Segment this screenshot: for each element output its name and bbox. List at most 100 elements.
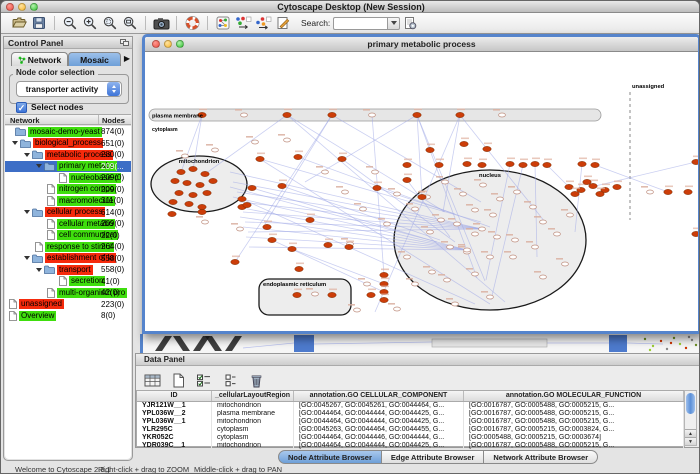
- table-row[interactable]: YPL036W__1mitochondrion[GO:0044464, GO:0…: [137, 418, 684, 426]
- network-node[interactable]: [463, 161, 471, 166]
- network-node-open[interactable]: [182, 154, 189, 158]
- network-node-open[interactable]: [514, 190, 521, 194]
- search-options-icon[interactable]: [401, 14, 419, 32]
- network-node[interactable]: [380, 297, 388, 302]
- network-node[interactable]: [478, 162, 486, 167]
- network-node-open[interactable]: [487, 295, 494, 299]
- tree-row-metabolic-process[interactable]: metabolic process280(0): [5, 149, 131, 161]
- attribute-table-header[interactable]: ID_cellularLayoutRegionannotation.GO CEL…: [137, 391, 684, 402]
- float-panel-icon[interactable]: [120, 39, 129, 47]
- table-row[interactable]: YJR121W__1mitochondrion[GO:0045267, GO:0…: [137, 402, 684, 410]
- tab-network-attribute-browser[interactable]: Network Attribute Browser: [484, 450, 598, 464]
- network-node-open[interactable]: [237, 227, 244, 231]
- network-node[interactable]: [456, 112, 464, 117]
- network-node[interactable]: [231, 259, 239, 264]
- network-node[interactable]: [684, 189, 692, 194]
- network-node[interactable]: [203, 190, 211, 195]
- network-node-open[interactable]: [412, 207, 419, 211]
- network-node[interactable]: [613, 184, 621, 189]
- network-node[interactable]: [506, 161, 514, 166]
- annotation-icon[interactable]: [274, 14, 292, 32]
- tree-row-primary-metabo[interactable]: primary metabo209(...: [5, 161, 131, 173]
- node-color-dropdown[interactable]: transporter activity: [16, 81, 122, 97]
- attr-select-icon[interactable]: [195, 371, 213, 389]
- network-node[interactable]: [189, 192, 197, 197]
- network-node-open[interactable]: [480, 183, 487, 187]
- disclosure-triangle-icon[interactable]: [21, 253, 32, 263]
- scroll-up-icon[interactable]: ▲: [685, 429, 696, 437]
- network-node[interactable]: [278, 183, 286, 188]
- network-node-open[interactable]: [490, 213, 497, 217]
- network-node[interactable]: [283, 112, 291, 117]
- background-network-window[interactable]: [140, 334, 700, 354]
- network-node[interactable]: [519, 162, 527, 167]
- network-node[interactable]: [692, 231, 698, 236]
- network-node[interactable]: [295, 266, 303, 271]
- network-node[interactable]: [664, 189, 672, 194]
- network-node[interactable]: [198, 204, 206, 209]
- network-node-open[interactable]: [647, 190, 654, 194]
- zoom-selected-icon[interactable]: [101, 14, 119, 32]
- network-node[interactable]: [418, 194, 426, 199]
- save-icon[interactable]: [30, 14, 48, 32]
- network-node-open[interactable]: [241, 113, 248, 117]
- table-scrollbar[interactable]: ▲ ▼: [684, 390, 697, 446]
- network-node[interactable]: [306, 217, 314, 222]
- network-node[interactable]: [328, 292, 336, 297]
- network-node-open[interactable]: [364, 282, 371, 286]
- table-row[interactable]: YKR052Ccytoplasm[GO:0044464, GO:0044446,…: [137, 434, 684, 442]
- network-node-open[interactable]: [342, 190, 349, 194]
- network-node[interactable]: [692, 159, 698, 164]
- network-node[interactable]: [373, 185, 381, 190]
- network-node[interactable]: [345, 244, 353, 249]
- tree-row-cellular-metabo[interactable]: cellular metabo209(0): [5, 218, 131, 230]
- network-small-icon[interactable]: [214, 14, 232, 32]
- network-node-open[interactable]: [494, 235, 501, 239]
- network-node[interactable]: [483, 146, 491, 151]
- network-node[interactable]: [460, 141, 468, 146]
- column-header[interactable]: ID: [137, 391, 212, 401]
- network-node-open[interactable]: [442, 180, 449, 184]
- network-node-open[interactable]: [562, 262, 569, 266]
- network-node[interactable]: [591, 162, 599, 167]
- network-node[interactable]: [198, 209, 206, 214]
- network-edge[interactable]: [205, 115, 287, 174]
- select-nodes-checkbox[interactable]: ✓: [16, 102, 27, 113]
- network-window-titlebar[interactable]: primary metabolic process: [145, 37, 698, 52]
- network-node-open[interactable]: [438, 218, 445, 222]
- network-node[interactable]: [403, 177, 411, 182]
- network-node-open[interactable]: [202, 220, 209, 224]
- search-input[interactable]: [333, 17, 387, 30]
- network-node[interactable]: [571, 191, 579, 196]
- network-node[interactable]: [367, 292, 375, 297]
- tree-row-nitrogen-compo[interactable]: nitrogen compo209(0): [5, 184, 131, 196]
- tree-row-establishment-of-lo[interactable]: establishment of lo558(0): [5, 253, 131, 265]
- tab-mosaic[interactable]: Mosaic: [68, 52, 121, 66]
- network-node[interactable]: [263, 224, 271, 229]
- network-node[interactable]: [248, 185, 256, 190]
- disclosure-triangle-icon[interactable]: [21, 207, 32, 217]
- disclosure-triangle-icon[interactable]: [9, 138, 20, 148]
- network-node-open[interactable]: [444, 278, 451, 282]
- network-node[interactable]: [338, 156, 346, 161]
- attr-new-icon[interactable]: [169, 371, 187, 389]
- table-row[interactable]: YDR039C__1mitochondrion[GO:0044464, GO:0…: [137, 442, 684, 450]
- network-node[interactable]: [403, 162, 411, 167]
- network-edge[interactable]: [547, 165, 569, 187]
- network-node-open[interactable]: [354, 308, 361, 312]
- zoom-fit-icon[interactable]: [121, 14, 139, 32]
- snapshot-icon[interactable]: [152, 14, 170, 32]
- tree-row-transport[interactable]: transport558(0): [5, 264, 131, 276]
- tree-row-cellular-process[interactable]: cellular process614(0): [5, 207, 131, 219]
- network-node[interactable]: [578, 161, 586, 166]
- network-node-open[interactable]: [312, 292, 319, 296]
- network-node[interactable]: [583, 179, 591, 184]
- zoom-in-icon[interactable]: [81, 14, 99, 32]
- network-node[interactable]: [426, 147, 434, 152]
- network-node-open[interactable]: [554, 232, 561, 236]
- network-node-open[interactable]: [479, 227, 486, 231]
- network-node[interactable]: [169, 199, 177, 204]
- network-node[interactable]: [328, 112, 336, 117]
- network-node-open[interactable]: [322, 170, 329, 174]
- network-node[interactable]: [196, 182, 204, 187]
